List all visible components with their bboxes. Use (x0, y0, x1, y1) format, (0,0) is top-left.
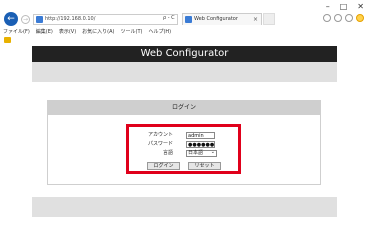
account-label: アカウント (147, 132, 173, 138)
menu-tools[interactable]: ツール(T) (121, 28, 143, 35)
tab-web-configurator[interactable]: Web Configurator × (182, 13, 262, 25)
favorites-bar-icon[interactable] (4, 37, 11, 43)
back-arrow-icon: ← (7, 14, 15, 24)
menu-view[interactable]: 表示(V) (59, 28, 76, 35)
account-input[interactable] (186, 132, 215, 139)
settings-gear-icon[interactable] (345, 14, 353, 22)
password-input[interactable] (186, 141, 215, 148)
chevron-down-icon: ⌄ (210, 149, 215, 155)
window-controls: – □ ✕ (326, 2, 364, 11)
language-select[interactable]: 日本語 ⌄ (186, 150, 217, 157)
home-icon[interactable] (323, 14, 331, 22)
subheader-band (32, 62, 337, 82)
reset-button[interactable]: リセット (188, 162, 221, 170)
menu-help[interactable]: ヘルプ(H) (148, 28, 171, 35)
forward-arrow-icon: → (22, 16, 29, 23)
tab-title: Web Configurator (194, 16, 238, 22)
menu-bar: ファイル(F) 編集(E) 表示(V) お気に入り(A) ツール(T) ヘルプ(… (3, 28, 171, 35)
back-button[interactable]: ← (4, 12, 18, 26)
browser-toolbar: ← → http://192.168.0.10/ ρ - C Web Confi… (0, 12, 368, 28)
tab-close-icon[interactable]: × (253, 14, 258, 25)
menu-favorites[interactable]: お気に入り(A) (82, 28, 114, 35)
menu-edit[interactable]: 編集(E) (36, 28, 53, 35)
address-bar[interactable]: http://192.168.0.10/ (33, 14, 178, 25)
page-title: Web Configurator (140, 48, 229, 59)
login-panel: ログイン アカウント パスワード 言語 日本語 ⌄ ログイン リセット (47, 100, 321, 185)
new-tab-button[interactable] (263, 13, 275, 25)
maximize-button[interactable]: □ (340, 2, 348, 11)
login-button[interactable]: ログイン (147, 162, 180, 170)
close-window-button[interactable]: ✕ (357, 2, 364, 11)
page-icon (36, 16, 43, 23)
favorites-star-icon[interactable] (334, 14, 342, 22)
forward-button[interactable]: → (21, 15, 30, 24)
menu-file[interactable]: ファイル(F) (3, 28, 30, 35)
minimize-button[interactable]: – (326, 2, 330, 11)
password-label: パスワード (147, 141, 173, 147)
tab-favicon-icon (185, 16, 192, 23)
url-text: http://192.168.0.10/ (45, 16, 96, 22)
language-value: 日本語 (188, 150, 204, 156)
language-label: 言語 (162, 150, 173, 156)
footer-band (32, 197, 337, 217)
login-panel-title: ログイン (48, 101, 320, 115)
feedback-smiley-icon[interactable] (356, 14, 364, 22)
address-tools[interactable]: ρ - C (163, 14, 175, 23)
browser-right-icons (323, 14, 364, 22)
login-form-highlight: アカウント パスワード 言語 日本語 ⌄ ログイン リセット (126, 124, 241, 174)
page-header: Web Configurator (32, 46, 337, 62)
